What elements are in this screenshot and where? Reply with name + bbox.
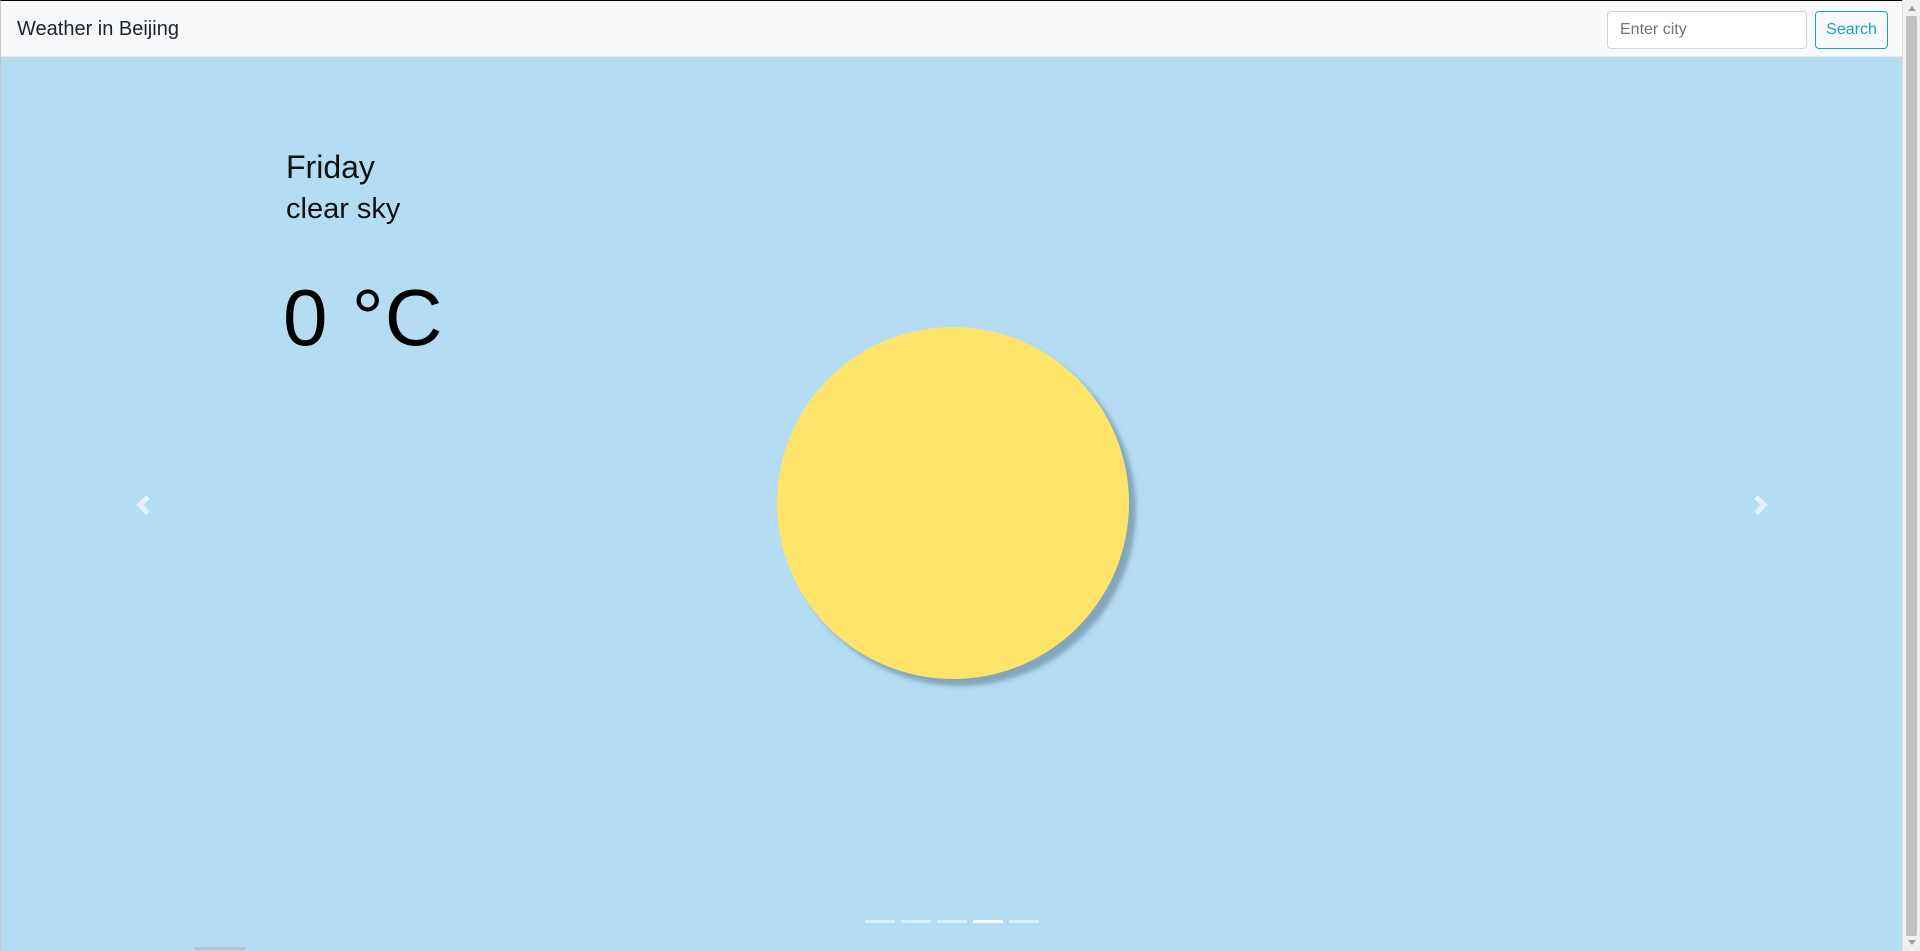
carousel-indicator[interactable]	[937, 920, 967, 923]
app-window: Weather in Beijing Search Friday clear s…	[0, 0, 1903, 951]
carousel-indicator[interactable]	[1009, 920, 1039, 923]
horizontal-scrollbar-thumb[interactable]	[195, 947, 245, 950]
forecast-temperature: 0 °C	[283, 273, 444, 362]
scroll-down-arrow-icon[interactable]	[1908, 940, 1916, 945]
chevron-left-icon	[136, 495, 150, 515]
chevron-right-icon	[1754, 495, 1768, 515]
carousel-next-button[interactable]	[1741, 485, 1781, 525]
city-search-input[interactable]	[1607, 11, 1807, 49]
carousel-indicator[interactable]	[901, 920, 931, 923]
forecast-description: clear sky	[286, 193, 401, 225]
scroll-up-arrow-icon[interactable]	[1908, 6, 1916, 11]
carousel-indicators	[865, 920, 1039, 923]
weather-carousel: Friday clear sky 0 °C	[1, 57, 1903, 951]
sun-icon	[777, 327, 1129, 679]
navbar-title[interactable]: Weather in Beijing	[17, 18, 179, 41]
navbar: Weather in Beijing Search	[1, 1, 1903, 57]
search-button[interactable]: Search	[1815, 11, 1888, 49]
scrollbar-thumb[interactable]	[1906, 16, 1917, 936]
vertical-scrollbar[interactable]	[1902, 0, 1920, 951]
carousel-indicator[interactable]	[865, 920, 895, 923]
forecast-day: Friday	[286, 149, 375, 185]
carousel-prev-button[interactable]	[123, 485, 163, 525]
carousel-indicator[interactable]	[973, 920, 1003, 923]
